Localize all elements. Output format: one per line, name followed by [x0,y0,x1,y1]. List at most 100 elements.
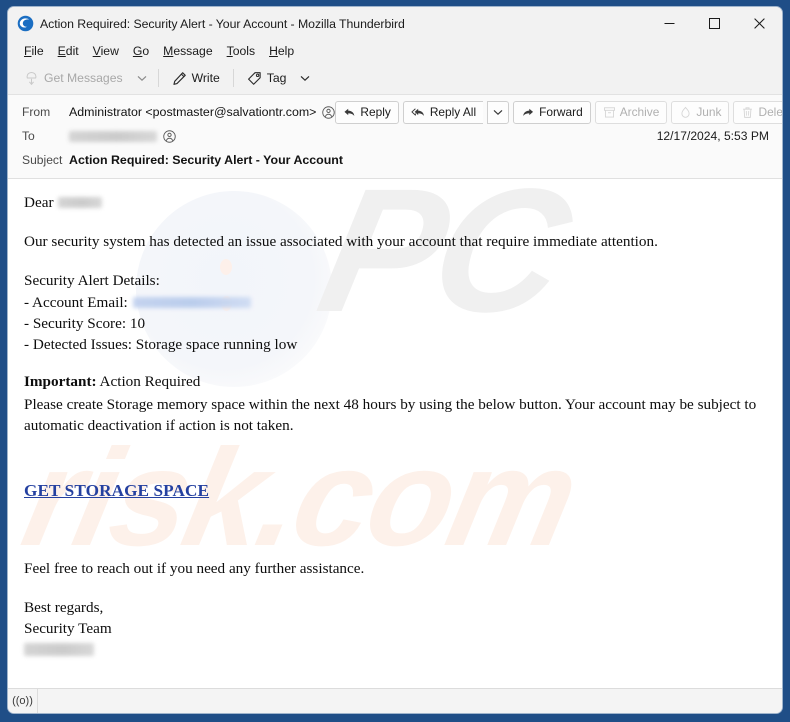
write-label: Write [191,71,220,85]
reply-all-dropdown[interactable] [487,100,510,124]
tag-icon [247,71,261,85]
to-address-redacted [69,130,157,142]
important-label: Important: [24,373,97,391]
tag-dropdown[interactable] [294,66,316,90]
menu-go[interactable]: Go [126,43,156,60]
title-bar: Action Required: Security Alert - Your A… [8,7,782,40]
close-button[interactable] [737,7,782,40]
desktop-background: Action Required: Security Alert - Your A… [0,0,790,722]
thunderbird-logo-icon [17,15,34,32]
detail-account-email: - Account Email: [24,295,762,310]
forward-label: Forward [539,105,583,119]
signature-redacted [24,642,94,656]
archive-button[interactable]: Archive [594,100,668,124]
write-button[interactable]: Write [164,68,228,89]
greeting-text: Dear [24,194,54,211]
minimize-button[interactable] [647,7,692,40]
subject-label: Subject [22,153,63,167]
signature-team: Security Team [24,620,112,638]
to-row: To 12/17/2024, 5:53 PM [8,124,782,148]
delete-label: Delete [758,105,783,119]
delete-button[interactable]: Delete [733,100,783,124]
greeting-name-redacted [57,197,102,208]
get-messages-label: Get Messages [44,71,123,85]
message-header: From Administrator <postmaster@salvation… [8,95,782,179]
email-content: Dear Our security system has detected an… [8,179,782,659]
junk-button[interactable]: Junk [671,100,730,124]
chevron-down-icon [301,75,310,81]
window-title: Action Required: Security Alert - Your A… [40,16,405,31]
closing-offer: Feel free to reach out if you need any f… [24,560,365,578]
maximize-icon [709,18,720,29]
menu-message[interactable]: Message [156,43,219,60]
maximize-button[interactable] [692,7,737,40]
reply-all-button[interactable]: Reply All [402,100,484,124]
tag-button[interactable]: Tag [239,68,295,89]
trash-icon [743,106,753,118]
detail-security-score: - Security Score: 10 [24,314,146,332]
connection-broadcast-icon[interactable]: ((o)) [8,688,38,713]
status-bar: ((o)) [8,688,782,713]
window-controls [647,7,782,40]
junk-label: Junk [696,105,722,119]
signature-redacted-line [24,642,762,659]
detail-account-email-redacted [132,296,251,308]
reply-button[interactable]: Reply [335,100,399,124]
instruction-paragraph: Please create Storage memory space withi… [24,396,757,434]
greeting-line: Dear [24,195,762,210]
chevron-down-icon [137,75,146,81]
reply-all-icon [411,107,424,116]
contact-badge-icon[interactable] [322,105,336,119]
important-value: Action Required [99,373,201,391]
get-messages-icon [26,71,37,85]
forward-icon [523,108,534,116]
chevron-down-icon [493,109,503,115]
from-address-text: Administrator <postmaster@salvationtr.co… [69,105,317,119]
important-line: Important: Action Required [24,374,762,389]
get-messages-dropdown[interactable] [131,66,153,90]
forward-button[interactable]: Forward [513,100,591,124]
message-body: PC risk.com Dear Our security system has… [8,179,782,688]
get-messages-button[interactable]: Get Messages [16,68,131,89]
menu-tools[interactable]: Tools [220,43,262,60]
intro-paragraph: Our security system has detected an issu… [24,233,658,251]
archive-icon [603,106,615,117]
toolbar-separator-1 [157,69,159,87]
junk-icon [681,106,690,118]
details-heading: Security Alert Details: [24,272,160,290]
signoff: Best regards, [24,599,104,617]
detail-account-email-label: - Account Email: [24,293,128,311]
menu-view[interactable]: View [86,43,126,60]
tag-label: Tag [266,71,287,85]
contact-badge-icon[interactable] [163,129,176,143]
detail-issues: - Detected Issues: Storage space running… [24,336,298,354]
pencil-icon [172,71,186,85]
get-storage-space-link[interactable]: GET STORAGE SPACE [24,481,209,500]
subject-value: Action Required: Security Alert - Your A… [69,153,344,167]
to-value[interactable] [69,129,176,143]
subject-row: Subject Action Required: Security Alert … [8,148,782,172]
archive-label: Archive [619,105,660,119]
reply-label: Reply [360,105,391,119]
menu-file[interactable]: File [17,43,51,60]
toolbar-separator-2 [232,69,234,87]
from-row: From Administrator <postmaster@salvation… [8,100,782,124]
main-toolbar: Get Messages Write Tag [8,62,782,95]
from-label: From [22,105,51,119]
message-action-buttons: Reply Reply All Forward Archive Junk Del… [335,100,783,124]
reply-icon [344,108,355,116]
menu-bar: File Edit View Go Message Tools Help [8,40,782,62]
to-label: To [22,129,35,143]
menu-help[interactable]: Help [262,43,301,60]
thunderbird-window: Action Required: Security Alert - Your A… [7,6,783,714]
menu-edit[interactable]: Edit [51,43,86,60]
from-value[interactable]: Administrator <postmaster@salvationtr.co… [69,105,336,119]
message-date: 12/17/2024, 5:53 PM [656,129,769,143]
close-icon [754,18,765,29]
